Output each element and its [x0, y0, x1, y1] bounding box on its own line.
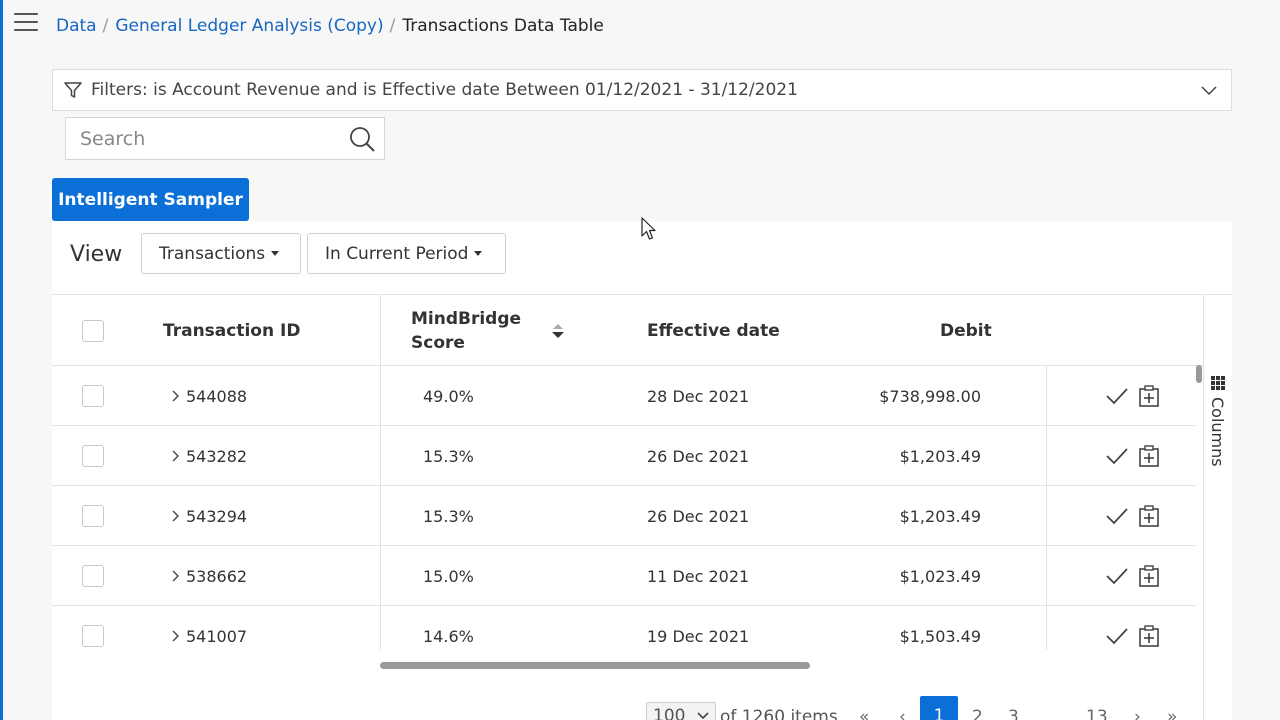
debit-value: $1,203.49: [899, 446, 981, 466]
period-dropdown[interactable]: In Current Period: [307, 233, 506, 274]
debit-value: $738,998.00: [879, 386, 981, 406]
search-icon[interactable]: [348, 125, 376, 153]
table-row[interactable]: 538662 15.0% 11 Dec 2021 $1,023.49: [52, 546, 1196, 606]
table-row[interactable]: 544088 49.0% 28 Dec 2021 $738,998.00: [52, 366, 1196, 426]
columns-sidebar: Columns: [1203, 295, 1232, 720]
page-1-button[interactable]: 1: [920, 696, 958, 720]
add-to-sample-icon[interactable]: [1138, 444, 1160, 468]
breadcrumb-link-analysis[interactable]: General Ledger Analysis (Copy): [115, 16, 383, 36]
page-13-button[interactable]: 13: [1086, 707, 1108, 720]
mouse-cursor-icon: [641, 217, 656, 240]
view-type-value: Transactions: [159, 243, 266, 264]
first-page-icon[interactable]: «: [859, 707, 869, 720]
page-ellipsis[interactable]: ...: [1044, 707, 1060, 720]
last-page-icon[interactable]: »: [1167, 707, 1177, 720]
breadcrumb-separator: /: [102, 16, 109, 36]
breadcrumb-link-data[interactable]: Data: [56, 16, 97, 36]
page-2-button[interactable]: 2: [972, 707, 983, 720]
sort-icon[interactable]: [551, 295, 565, 366]
chevron-down-icon[interactable]: [1199, 80, 1219, 100]
add-to-sample-icon[interactable]: [1138, 564, 1160, 588]
add-to-sample-icon[interactable]: [1138, 384, 1160, 408]
next-page-icon[interactable]: ›: [1134, 707, 1141, 720]
column-divider: [1046, 426, 1047, 486]
table-header: Transaction ID MindBridge Score Effectiv…: [52, 295, 1203, 366]
breadcrumb-current: Transactions Data Table: [402, 16, 604, 36]
horizontal-scrollbar[interactable]: [380, 662, 810, 669]
header-effective-date[interactable]: Effective date: [647, 295, 780, 366]
breadcrumb: Data / General Ledger Analysis (Copy) / …: [56, 16, 604, 36]
table-panel: View Transactions In Current Period Tran…: [52, 221, 1232, 720]
intelligent-sampler-button[interactable]: Intelligent Sampler: [52, 178, 249, 221]
debit-value: $1,203.49: [899, 506, 981, 526]
grid-icon: [1210, 376, 1225, 390]
previous-page-icon[interactable]: ‹: [899, 707, 906, 720]
view-label: View: [70, 242, 123, 267]
filter-bar[interactable]: Filters: is Account Revenue and is Effec…: [52, 69, 1232, 111]
data-table: Transaction ID MindBridge Score Effectiv…: [52, 295, 1203, 650]
column-divider: [1046, 366, 1047, 426]
vertical-scrollbar[interactable]: [1196, 365, 1202, 383]
page-size-value: 100: [653, 706, 686, 720]
page-size-select[interactable]: 100: [646, 702, 716, 720]
header-debit[interactable]: Debit: [940, 295, 992, 366]
chevron-down-icon: [697, 712, 709, 720]
header-mindbridge-score[interactable]: MindBridge Score: [411, 295, 521, 366]
caret-down-icon: [271, 251, 280, 256]
items-count: of 1260 items: [720, 707, 838, 720]
add-to-sample-icon[interactable]: [1138, 504, 1160, 528]
column-divider: [1046, 486, 1047, 546]
search-box: [65, 117, 385, 160]
columns-tab[interactable]: Columns: [1208, 375, 1227, 467]
header-transaction-id[interactable]: Transaction ID: [163, 295, 300, 366]
period-value: In Current Period: [325, 243, 469, 264]
debit-value: $1,023.49: [899, 566, 981, 586]
check-icon[interactable]: [1105, 566, 1129, 586]
check-icon[interactable]: [1105, 446, 1129, 466]
view-type-dropdown[interactable]: Transactions: [141, 233, 301, 274]
check-icon[interactable]: [1105, 386, 1129, 406]
column-divider: [1046, 546, 1047, 606]
add-to-sample-icon[interactable]: [1138, 624, 1160, 648]
filter-icon: [64, 82, 82, 98]
caret-down-icon: [474, 251, 483, 256]
menu-icon[interactable]: [14, 13, 38, 33]
header-score-line1: MindBridge: [411, 308, 522, 329]
filter-text: Filters: is Account Revenue and is Effec…: [91, 80, 798, 100]
check-icon[interactable]: [1105, 626, 1129, 646]
column-divider: [1046, 606, 1047, 650]
columns-label: Columns: [1208, 397, 1227, 467]
breadcrumb-separator: /: [389, 16, 396, 36]
table-row[interactable]: 541007 14.6% 19 Dec 2021 $1,503.49: [52, 606, 1196, 650]
table-row[interactable]: 543294 15.3% 26 Dec 2021 $1,203.49: [52, 486, 1196, 546]
page-3-button[interactable]: 3: [1008, 707, 1019, 720]
header-score-line2: Score: [411, 332, 465, 353]
select-all-checkbox[interactable]: [82, 319, 104, 342]
debit-value: $1,503.49: [899, 626, 981, 646]
pagination: 100 of 1260 items « ‹ 1 2 3 ... 13 › »: [52, 696, 1203, 720]
search-input[interactable]: [80, 127, 348, 150]
table-row[interactable]: 543282 15.3% 26 Dec 2021 $1,203.49: [52, 426, 1196, 486]
check-icon[interactable]: [1105, 506, 1129, 526]
left-accent-bar: [0, 0, 3, 720]
